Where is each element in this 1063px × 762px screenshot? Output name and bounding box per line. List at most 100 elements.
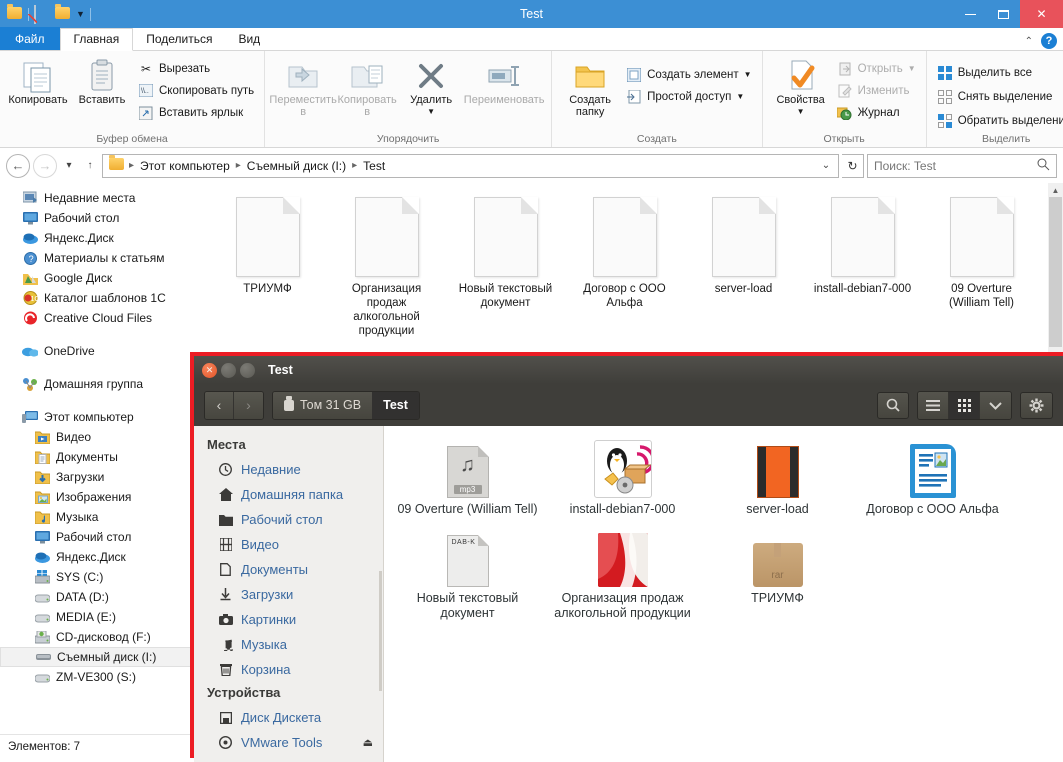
nautilus-file-item[interactable]: server-load	[700, 436, 855, 517]
nautilus-crumb-current[interactable]: Test	[372, 392, 419, 419]
tab-file[interactable]: Файл	[0, 27, 60, 50]
address-dropdown-icon[interactable]: ⌄	[817, 160, 835, 171]
sidebar-item-onedrive[interactable]: OneDrive	[0, 341, 194, 361]
breadcrumb-item-2[interactable]: Test	[359, 159, 389, 173]
scroll-up-arrow[interactable]: ▲	[1048, 183, 1063, 197]
sidebar-item-media-e-[interactable]: MEDIA (E:)	[0, 607, 194, 627]
easy-access-button[interactable]: Простой доступ ▼	[623, 87, 754, 106]
up-button[interactable]: ↑	[81, 155, 99, 177]
nautilus-sidebar-item-корзина[interactable]: Корзина	[194, 657, 383, 682]
nautilus-sidebar-item-загрузки[interactable]: Загрузки	[194, 582, 383, 607]
file-item[interactable]: Организация продаж алкогольной продукции	[327, 197, 446, 338]
copy-button[interactable]: Копировать	[7, 55, 69, 106]
new-item-dropdown-icon[interactable]: ▼	[744, 70, 752, 79]
search-icon[interactable]	[1037, 158, 1050, 174]
nautilus-file-area[interactable]: ♫mp309 Overture (William Tell)install-de…	[384, 426, 1063, 762]
breadcrumb-sep-1[interactable]: ▸	[236, 160, 241, 171]
sidebar-item-рабочий-стол[interactable]: Рабочий стол	[0, 208, 194, 228]
close-button[interactable]: ✕	[1020, 0, 1063, 28]
file-item[interactable]: server-load	[684, 197, 803, 338]
nautilus-sidebar-item-документы[interactable]: Документы	[194, 557, 383, 582]
recent-locations-button[interactable]: ▾	[60, 155, 78, 177]
sidebar-item-каталог-шаблонов-1с[interactable]: 1CКаталог шаблонов 1С	[0, 288, 194, 308]
file-item[interactable]: Договор с ООО Альфа	[565, 197, 684, 338]
sidebar-item-изображения[interactable]: Изображения	[0, 487, 194, 507]
tab-home[interactable]: Главная	[60, 28, 134, 51]
sidebar-item-cd-дисковод-f-[interactable]: CD-дисковод (F:)	[0, 627, 194, 647]
file-item[interactable]: Новый текстовый документ	[446, 197, 565, 338]
file-item[interactable]: ТРИУМФ	[208, 197, 327, 338]
sidebar-item-материалы-к-статьям[interactable]: ?Материалы к статьям	[0, 248, 194, 268]
nautilus-sidebar-item-vmware-tools[interactable]: VMware Tools⏏	[194, 730, 383, 755]
nautilus-sidebar-scrollbar[interactable]	[379, 571, 382, 691]
sidebar-item-sys-c-[interactable]: SYS (C:)	[0, 567, 194, 587]
new-item-button[interactable]: Создать элемент ▼	[623, 65, 754, 84]
tab-view[interactable]: Вид	[225, 29, 273, 50]
sidebar-item-съемный-диск-i-[interactable]: Съемный диск (I:)	[0, 647, 194, 667]
nautilus-maximize-button[interactable]	[240, 363, 255, 378]
nautilus-file-item[interactable]: Организация продаж алкогольной продукции	[545, 525, 700, 621]
minimize-button[interactable]	[954, 0, 987, 28]
nautilus-file-item[interactable]: ♫mp309 Overture (William Tell)	[390, 436, 545, 517]
nautilus-file-item[interactable]: Договор с ООО Альфа	[855, 436, 1010, 517]
new-folder-button[interactable]: Создать папку	[559, 55, 621, 118]
tab-share[interactable]: Поделиться	[133, 29, 225, 50]
copy-path-button[interactable]: \\.. Скопировать путь	[135, 81, 257, 100]
refresh-button[interactable]: ↻	[842, 154, 864, 178]
select-all-button[interactable]: Выделить все	[934, 63, 1063, 82]
sidebar-item-этот-компьютер[interactable]: Этот компьютер	[0, 407, 194, 427]
invert-selection-button[interactable]: Обратить выделение	[934, 111, 1063, 130]
sidebar-item-видео[interactable]: Видео	[0, 427, 194, 447]
nautilus-sidebar-item-картинки[interactable]: Картинки	[194, 607, 383, 632]
eject-icon[interactable]: ⏏	[363, 736, 373, 749]
nautilus-close-button[interactable]: ✕	[202, 363, 217, 378]
copy-to-button[interactable]: Копировать в	[336, 55, 398, 118]
paste-button[interactable]: Вставить	[71, 55, 133, 106]
nautilus-sidebar-item-видео[interactable]: Видео	[194, 532, 383, 557]
nautilus-minimize-button[interactable]	[221, 363, 236, 378]
sidebar-item-загрузки[interactable]: Загрузки	[0, 467, 194, 487]
forward-button[interactable]: →	[33, 154, 57, 178]
delete-dropdown-icon[interactable]: ▼	[427, 106, 435, 118]
sidebar-item-недавние-места[interactable]: Недавние места	[0, 188, 194, 208]
sidebar-item-creative-cloud-files[interactable]: Creative Cloud Files	[0, 308, 194, 328]
nautilus-sidebar-item-музыка[interactable]: Музыка	[194, 632, 383, 657]
file-item[interactable]: 09 Overture (William Tell)	[922, 197, 1041, 338]
search-input[interactable]: Поиск: Test	[867, 154, 1057, 178]
scroll-thumb[interactable]	[1049, 197, 1062, 347]
open-dropdown-icon[interactable]: ▼	[908, 64, 916, 73]
sidebar-item-zm-ve300-s-[interactable]: ZM-VE300 (S:)	[0, 667, 194, 687]
nautilus-forward-button[interactable]: ›	[234, 392, 263, 419]
properties-button[interactable]: Свойства ▼	[770, 55, 832, 118]
maximize-button[interactable]	[987, 0, 1020, 28]
sidebar-item-google-диск[interactable]: Google Диск	[0, 268, 194, 288]
nautilus-file-item[interactable]: rarТРИУМФ	[700, 525, 855, 621]
nautilus-crumb-volume[interactable]: Том 31 GB	[273, 392, 372, 419]
cut-button[interactable]: ✂ Вырезать	[135, 59, 257, 78]
breadcrumb-item-0[interactable]: Этот компьютер	[136, 159, 234, 173]
sidebar-item-домашняя-группа[interactable]: Домашняя группа	[0, 374, 194, 394]
sidebar-item-документы[interactable]: Документы	[0, 447, 194, 467]
help-icon[interactable]: ?	[1041, 33, 1057, 49]
select-none-button[interactable]: Снять выделение	[934, 87, 1063, 106]
properties-dropdown-icon[interactable]: ▼	[797, 106, 805, 118]
view-options-chevron-icon[interactable]	[980, 392, 1011, 419]
file-item[interactable]: install-debian7-000	[803, 197, 922, 338]
list-view-icon[interactable]	[918, 392, 949, 419]
back-button[interactable]: ←	[6, 154, 30, 178]
easy-access-dropdown-icon[interactable]: ▼	[736, 92, 744, 101]
nautilus-sidebar-item-недавние[interactable]: Недавние	[194, 457, 383, 482]
nautilus-sidebar-item-диск-дискета[interactable]: Диск Дискета	[194, 705, 383, 730]
nautilus-sidebar-item-домашняя-папка[interactable]: Домашняя папка	[194, 482, 383, 507]
nautilus-settings-gear-icon[interactable]	[1020, 392, 1053, 419]
sidebar-item-рабочий-стол[interactable]: Рабочий стол	[0, 527, 194, 547]
breadcrumb-sep-2[interactable]: ▸	[352, 160, 357, 171]
breadcrumb[interactable]: ▸ Этот компьютер ▸ Съемный диск (I:) ▸ T…	[102, 154, 839, 178]
grid-view-icon[interactable]	[949, 392, 980, 419]
collapse-ribbon-icon[interactable]: ⌃	[1025, 36, 1033, 47]
rename-button[interactable]: Переименовать	[464, 55, 544, 106]
nautilus-file-item[interactable]: DAB-KНовый текстовый документ	[390, 525, 545, 621]
delete-button[interactable]: Удалить ▼	[400, 55, 462, 118]
nautilus-back-button[interactable]: ‹	[205, 392, 234, 419]
open-button[interactable]: Открыть ▼	[834, 59, 919, 78]
